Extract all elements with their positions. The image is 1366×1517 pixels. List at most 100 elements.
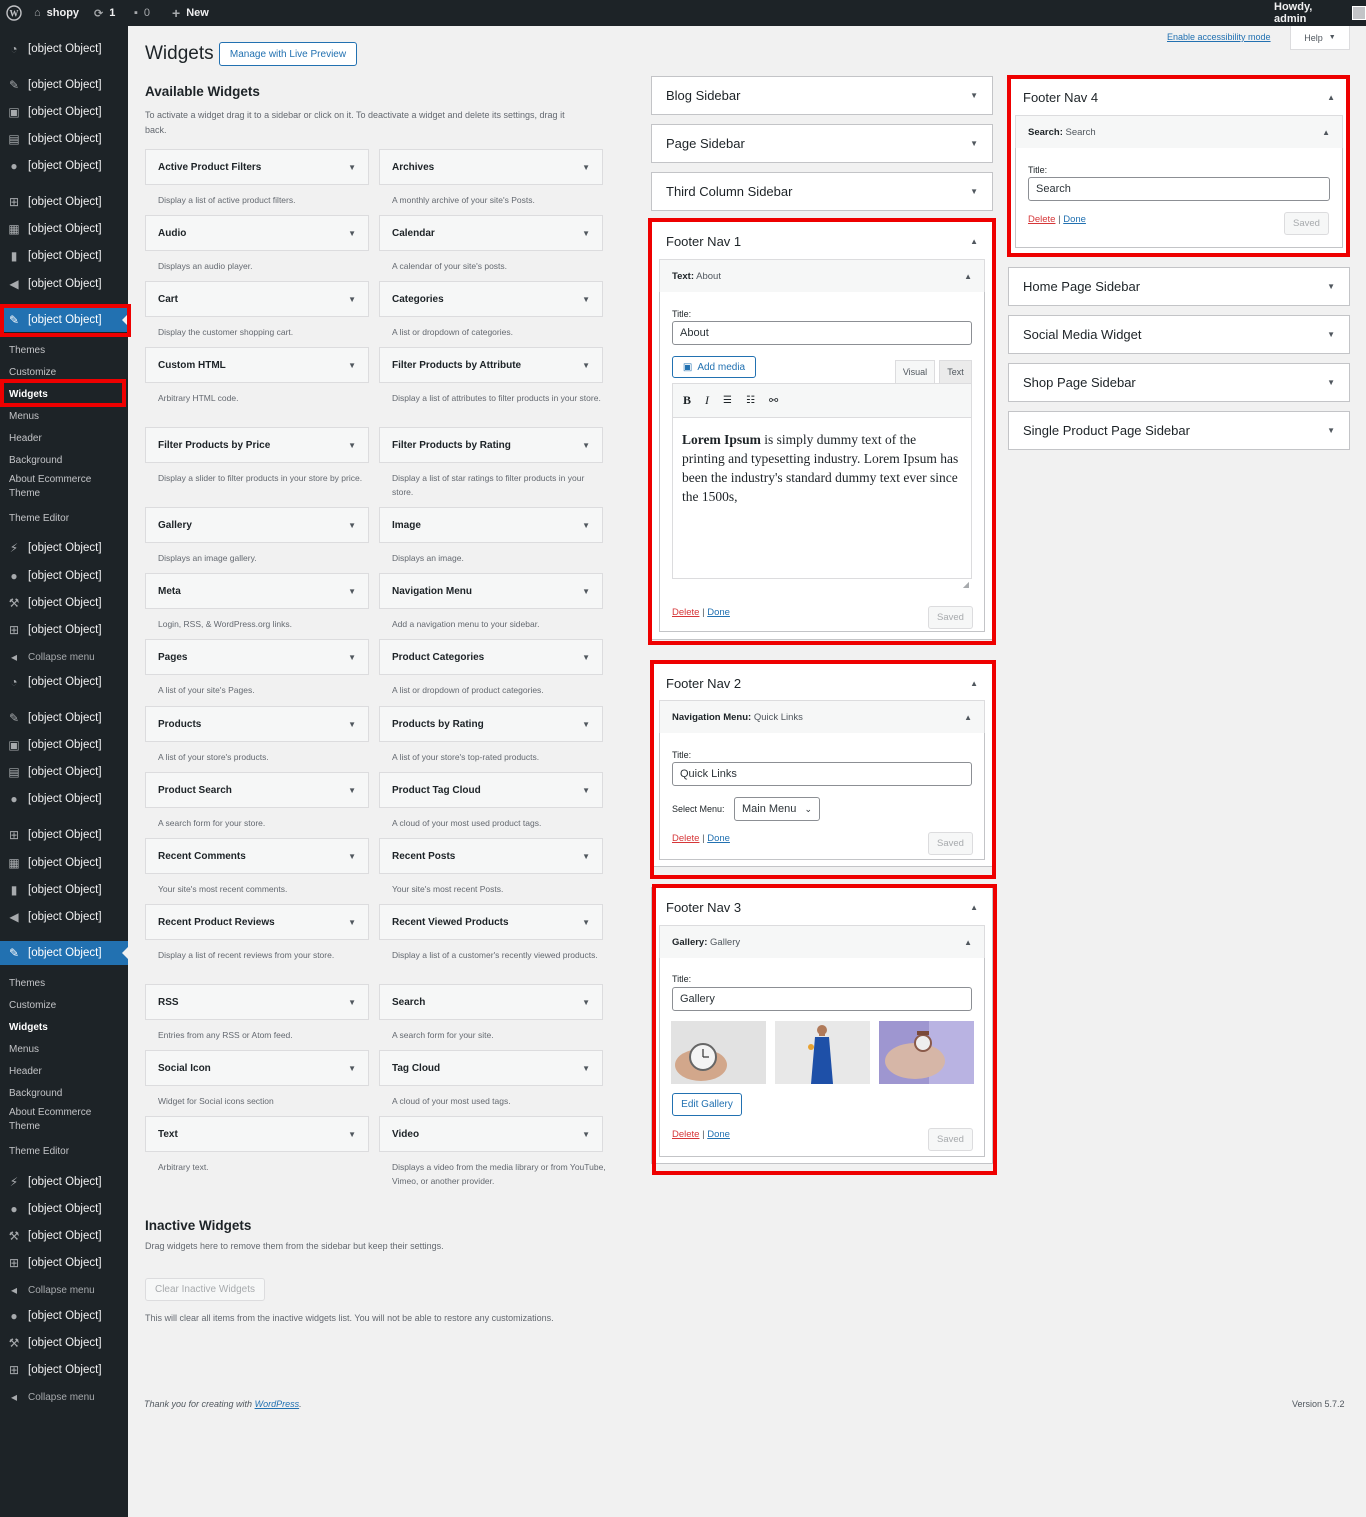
menu-item-dashboard[interactable]: ◔ [object Object] bbox=[0, 670, 128, 694]
done-link[interactable]: Done bbox=[707, 607, 730, 618]
delete-link[interactable]: Delete bbox=[672, 1129, 699, 1140]
sidebar-shop-page-sidebar[interactable]: Shop Page Sidebar ▼ bbox=[1008, 363, 1350, 402]
bold-icon[interactable]: B bbox=[683, 393, 691, 408]
menu-item-dashboard[interactable]: ◔ [object Object] bbox=[0, 37, 128, 61]
menu-item-plugins[interactable]: ⚡ [object Object] bbox=[0, 1170, 128, 1194]
widget-audio[interactable]: Audio ▼ bbox=[145, 215, 369, 251]
widget-recent-viewed-products[interactable]: Recent Viewed Products ▼ bbox=[379, 904, 603, 940]
sidebar-blog-sidebar[interactable]: Blog Sidebar ▼ bbox=[651, 76, 993, 115]
widget-custom-html[interactable]: Custom HTML ▼ bbox=[145, 347, 369, 383]
submenu-widgets[interactable]: Widgets bbox=[9, 1018, 48, 1036]
clear-inactive-button[interactable]: Clear Inactive Widgets bbox=[145, 1278, 265, 1301]
tab-visual[interactable]: Visual bbox=[895, 360, 935, 383]
nav-menu-widget-header[interactable]: Navigation Menu: Quick Links ▲ bbox=[659, 700, 985, 734]
menu-item-tools[interactable]: ⚒ [object Object] bbox=[0, 1331, 128, 1355]
title-input[interactable]: About bbox=[672, 321, 972, 345]
widget-navigation-menu[interactable]: Navigation Menu ▼ bbox=[379, 573, 603, 609]
editor-content[interactable]: Lorem Ipsum is simply dummy text of the … bbox=[672, 418, 972, 594]
widget-social-icon[interactable]: Social Icon ▼ bbox=[145, 1050, 369, 1086]
live-preview-button[interactable]: Manage with Live Preview bbox=[219, 42, 357, 66]
widget-products[interactable]: Products ▼ bbox=[145, 706, 369, 742]
numbered-list-icon[interactable]: ☷ bbox=[746, 395, 755, 406]
widget-rss[interactable]: RSS ▼ bbox=[145, 984, 369, 1020]
widget-active-product-filters[interactable]: Active Product Filters ▼ bbox=[145, 149, 369, 185]
menu-item-products[interactable]: ▦ [object Object] bbox=[0, 851, 128, 875]
submenu-themes[interactable]: Themes bbox=[9, 341, 45, 359]
site-link[interactable]: ⌂ shopy bbox=[34, 0, 79, 26]
widget-cart[interactable]: Cart ▼ bbox=[145, 281, 369, 317]
menu-item-tools[interactable]: ⚒ [object Object] bbox=[0, 591, 128, 615]
search-widget-header[interactable]: Search: Search ▲ bbox=[1015, 115, 1343, 149]
menu-item-analytics[interactable]: ▮ [object Object] bbox=[0, 244, 128, 268]
delete-link[interactable]: Delete bbox=[672, 833, 699, 844]
gallery-thumb-wristwatch[interactable] bbox=[879, 1021, 974, 1084]
footer-nav-3-header[interactable]: Footer Nav 3 ▲ bbox=[651, 887, 993, 926]
sidebar-page-sidebar[interactable]: Page Sidebar ▼ bbox=[651, 124, 993, 163]
menu-item-pages[interactable]: ▤ [object Object] bbox=[0, 127, 128, 151]
editor-resize-bar[interactable]: ◢ bbox=[672, 578, 972, 594]
delete-link[interactable]: Delete bbox=[672, 607, 699, 618]
footer-nav-1-header[interactable]: Footer Nav 1 ▲ bbox=[651, 221, 993, 260]
menu-item-comments[interactable]: ● [object Object] bbox=[0, 787, 128, 811]
gallery-thumb-watch[interactable] bbox=[671, 1021, 766, 1084]
saved-button[interactable]: Saved bbox=[928, 1128, 973, 1151]
new-content-link[interactable]: + New bbox=[172, 0, 209, 26]
title-input[interactable]: Quick Links bbox=[672, 762, 972, 786]
widget-tag-cloud[interactable]: Tag Cloud ▼ bbox=[379, 1050, 603, 1086]
widget-recent-posts[interactable]: Recent Posts ▼ bbox=[379, 838, 603, 874]
edit-gallery-button[interactable]: Edit Gallery bbox=[672, 1093, 742, 1116]
title-input[interactable]: Search bbox=[1028, 177, 1330, 201]
wordpress-logo-icon[interactable]: W bbox=[6, 0, 22, 26]
menu-item-woocommerce[interactable]: ⊞ [object Object] bbox=[0, 823, 128, 847]
widget-video[interactable]: Video ▼ bbox=[379, 1116, 603, 1152]
widget-recent-comments[interactable]: Recent Comments ▼ bbox=[145, 838, 369, 874]
menu-item-users[interactable]: ● [object Object] bbox=[0, 1197, 128, 1221]
submenu-header[interactable]: Header bbox=[9, 1062, 42, 1080]
widget-filter-products-by-rating[interactable]: Filter Products by Rating ▼ bbox=[379, 427, 603, 463]
sidebar-social-media-widget[interactable]: Social Media Widget ▼ bbox=[1008, 315, 1350, 354]
submenu-background[interactable]: Background bbox=[9, 451, 62, 469]
menu-item-woocommerce[interactable]: ⊞ [object Object] bbox=[0, 190, 128, 214]
widget-categories[interactable]: Categories ▼ bbox=[379, 281, 603, 317]
menu-item-pages[interactable]: ▤ [object Object] bbox=[0, 760, 128, 784]
saved-button[interactable]: Saved bbox=[928, 832, 973, 855]
submenu-theme-editor[interactable]: Theme Editor bbox=[9, 509, 69, 527]
done-link[interactable]: Done bbox=[707, 833, 730, 844]
menu-item-users[interactable]: ● [object Object] bbox=[0, 564, 128, 588]
widget-pages[interactable]: Pages ▼ bbox=[145, 639, 369, 675]
link-icon[interactable]: ⚯ bbox=[769, 394, 778, 407]
widget-recent-product-reviews[interactable]: Recent Product Reviews ▼ bbox=[145, 904, 369, 940]
widget-image[interactable]: Image ▼ bbox=[379, 507, 603, 543]
widget-product-search[interactable]: Product Search ▼ bbox=[145, 772, 369, 808]
widget-product-categories[interactable]: Product Categories ▼ bbox=[379, 639, 603, 675]
submenu-themes[interactable]: Themes bbox=[9, 974, 45, 992]
bullet-list-icon[interactable]: ☰ bbox=[723, 395, 732, 406]
menu-item-marketing[interactable]: ◀ [object Object] bbox=[0, 905, 128, 929]
widget-calendar[interactable]: Calendar ▼ bbox=[379, 215, 603, 251]
collapse-menu[interactable]: ◂ Collapse menu bbox=[0, 645, 128, 669]
help-tab[interactable]: Help ▼ bbox=[1290, 26, 1350, 50]
menu-item-users[interactable]: ● [object Object] bbox=[0, 1304, 128, 1328]
menu-item-posts[interactable]: ✎ [object Object] bbox=[0, 73, 128, 97]
delete-link[interactable]: Delete bbox=[1028, 214, 1055, 225]
title-input[interactable]: Gallery bbox=[672, 987, 972, 1011]
menu-item-tools[interactable]: ⚒ [object Object] bbox=[0, 1224, 128, 1248]
saved-button[interactable]: Saved bbox=[928, 606, 973, 629]
widget-filter-products-by-price[interactable]: Filter Products by Price ▼ bbox=[145, 427, 369, 463]
widget-meta[interactable]: Meta ▼ bbox=[145, 573, 369, 609]
widget-filter-products-by-attribute[interactable]: Filter Products by Attribute ▼ bbox=[379, 347, 603, 383]
menu-item-media[interactable]: ▣ [object Object] bbox=[0, 733, 128, 757]
done-link[interactable]: Done bbox=[1063, 214, 1086, 225]
submenu-about-ecommerce-theme[interactable]: About Ecommerce Theme bbox=[9, 1106, 119, 1134]
submenu-menus[interactable]: Menus bbox=[9, 407, 39, 425]
add-media-button[interactable]: ▣ Add media bbox=[672, 356, 756, 378]
done-link[interactable]: Done bbox=[707, 1129, 730, 1140]
sidebar-home-page-sidebar[interactable]: Home Page Sidebar ▼ bbox=[1008, 267, 1350, 306]
gallery-thumb-woman[interactable] bbox=[775, 1021, 870, 1084]
tab-text[interactable]: Text bbox=[939, 360, 972, 383]
menu-item-settings[interactable]: ⊞ [object Object] bbox=[0, 1358, 128, 1382]
footer-nav-2-header[interactable]: Footer Nav 2 ▲ bbox=[651, 663, 993, 702]
submenu-widgets[interactable]: Widgets bbox=[9, 385, 48, 403]
widget-gallery[interactable]: Gallery ▼ bbox=[145, 507, 369, 543]
comments-link[interactable]: ▪ 0 bbox=[134, 0, 150, 26]
